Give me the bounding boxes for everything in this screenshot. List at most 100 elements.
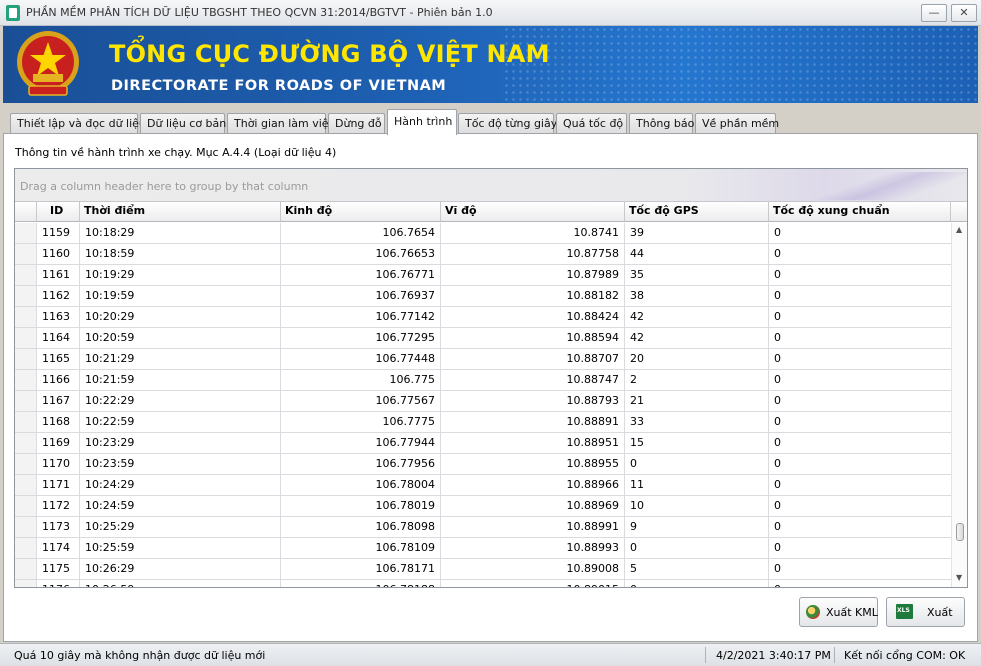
table-row[interactable]: 1170 10:23:59 106.77956 10.88955 0 0 bbox=[15, 454, 951, 475]
cell-gps-speed[interactable]: 42 bbox=[625, 307, 769, 327]
cell-latitude[interactable]: 10.88969 bbox=[441, 496, 625, 516]
cell-longitude[interactable]: 106.77295 bbox=[281, 328, 441, 348]
row-indicator[interactable] bbox=[15, 496, 37, 516]
cell-pulse-speed[interactable]: 0 bbox=[769, 580, 951, 587]
cell-id[interactable]: 1168 bbox=[37, 412, 80, 432]
row-indicator[interactable] bbox=[15, 475, 37, 495]
cell-id[interactable]: 1163 bbox=[37, 307, 80, 327]
tab-setup-read-data[interactable]: Thiết lập và đọc dữ liệu bbox=[10, 113, 146, 134]
tab-stops[interactable]: Dừng đỗ bbox=[328, 113, 385, 134]
cell-longitude[interactable]: 106.76937 bbox=[281, 286, 441, 306]
cell-id[interactable]: 1162 bbox=[37, 286, 80, 306]
cell-latitude[interactable]: 10.88747 bbox=[441, 370, 625, 390]
cell-longitude[interactable]: 106.77448 bbox=[281, 349, 441, 369]
cell-time[interactable]: 10:21:29 bbox=[80, 349, 281, 369]
close-button[interactable]: ✕ bbox=[951, 4, 977, 22]
header-longitude[interactable]: Kinh độ bbox=[281, 202, 441, 221]
cell-time[interactable]: 10:21:59 bbox=[80, 370, 281, 390]
table-row[interactable]: 1168 10:22:59 106.7775 10.88891 33 0 bbox=[15, 412, 951, 433]
cell-gps-speed[interactable]: 15 bbox=[625, 433, 769, 453]
cell-longitude[interactable]: 106.7654 bbox=[281, 223, 441, 243]
tab-notifications[interactable]: Thông báo bbox=[629, 113, 694, 134]
cell-longitude[interactable]: 106.78098 bbox=[281, 517, 441, 537]
cell-longitude[interactable]: 106.77567 bbox=[281, 391, 441, 411]
tab-overspeed[interactable]: Quá tốc độ bbox=[556, 113, 627, 134]
cell-pulse-speed[interactable]: 0 bbox=[769, 454, 951, 474]
cell-gps-speed[interactable]: 39 bbox=[625, 223, 769, 243]
cell-latitude[interactable]: 10.88793 bbox=[441, 391, 625, 411]
row-indicator[interactable] bbox=[15, 307, 37, 327]
table-row[interactable]: 1162 10:19:59 106.76937 10.88182 38 0 bbox=[15, 286, 951, 307]
cell-time[interactable]: 10:18:29 bbox=[80, 223, 281, 243]
cell-longitude[interactable]: 106.77142 bbox=[281, 307, 441, 327]
cell-time[interactable]: 10:24:29 bbox=[80, 475, 281, 495]
scroll-up-arrow-icon[interactable]: ▲ bbox=[956, 225, 962, 234]
cell-latitude[interactable]: 10.88707 bbox=[441, 349, 625, 369]
cell-pulse-speed[interactable]: 0 bbox=[769, 433, 951, 453]
cell-longitude[interactable]: 106.78188 bbox=[281, 580, 441, 587]
header-time[interactable]: Thời điểm bbox=[80, 202, 281, 221]
cell-pulse-speed[interactable]: 0 bbox=[769, 496, 951, 516]
tab-basic-data[interactable]: Dữ liệu cơ bản bbox=[140, 113, 226, 134]
header-gps-speed[interactable]: Tốc độ GPS bbox=[625, 202, 769, 221]
tab-working-time[interactable]: Thời gian làm việc bbox=[227, 113, 335, 134]
row-indicator[interactable] bbox=[15, 433, 37, 453]
cell-latitude[interactable]: 10.89015 bbox=[441, 580, 625, 587]
cell-latitude[interactable]: 10.88966 bbox=[441, 475, 625, 495]
cell-gps-speed[interactable]: 0 bbox=[625, 454, 769, 474]
cell-latitude[interactable]: 10.88182 bbox=[441, 286, 625, 306]
cell-gps-speed[interactable]: 44 bbox=[625, 244, 769, 264]
cell-longitude[interactable]: 106.78109 bbox=[281, 538, 441, 558]
cell-gps-speed[interactable]: 33 bbox=[625, 412, 769, 432]
row-indicator[interactable] bbox=[15, 223, 37, 243]
cell-time[interactable]: 10:22:29 bbox=[80, 391, 281, 411]
cell-longitude[interactable]: 106.78171 bbox=[281, 559, 441, 579]
header-pulse-speed[interactable]: Tốc độ xung chuẩn bbox=[769, 202, 951, 221]
cell-id[interactable]: 1172 bbox=[37, 496, 80, 516]
cell-pulse-speed[interactable]: 0 bbox=[769, 475, 951, 495]
cell-id[interactable]: 1169 bbox=[37, 433, 80, 453]
cell-id[interactable]: 1161 bbox=[37, 265, 80, 285]
export-button[interactable]: Xuất bbox=[886, 597, 965, 627]
cell-longitude[interactable]: 106.76653 bbox=[281, 244, 441, 264]
cell-gps-speed[interactable]: 0 bbox=[625, 580, 769, 587]
tab-journey[interactable]: Hành trình bbox=[387, 109, 457, 135]
cell-pulse-speed[interactable]: 0 bbox=[769, 223, 951, 243]
row-indicator[interactable] bbox=[15, 559, 37, 579]
cell-id[interactable]: 1160 bbox=[37, 244, 80, 264]
row-indicator[interactable] bbox=[15, 538, 37, 558]
cell-pulse-speed[interactable]: 0 bbox=[769, 517, 951, 537]
cell-gps-speed[interactable]: 21 bbox=[625, 391, 769, 411]
cell-longitude[interactable]: 106.78019 bbox=[281, 496, 441, 516]
cell-latitude[interactable]: 10.87758 bbox=[441, 244, 625, 264]
cell-gps-speed[interactable]: 35 bbox=[625, 265, 769, 285]
table-row[interactable]: 1165 10:21:29 106.77448 10.88707 20 0 bbox=[15, 349, 951, 370]
row-indicator[interactable] bbox=[15, 349, 37, 369]
row-indicator[interactable] bbox=[15, 517, 37, 537]
cell-id[interactable]: 1166 bbox=[37, 370, 80, 390]
cell-id[interactable]: 1159 bbox=[37, 223, 80, 243]
cell-id[interactable]: 1173 bbox=[37, 517, 80, 537]
cell-time[interactable]: 10:23:59 bbox=[80, 454, 281, 474]
cell-time[interactable]: 10:26:59 bbox=[80, 580, 281, 587]
cell-gps-speed[interactable]: 9 bbox=[625, 517, 769, 537]
row-indicator[interactable] bbox=[15, 286, 37, 306]
cell-latitude[interactable]: 10.88993 bbox=[441, 538, 625, 558]
cell-pulse-speed[interactable]: 0 bbox=[769, 307, 951, 327]
cell-pulse-speed[interactable]: 0 bbox=[769, 391, 951, 411]
cell-pulse-speed[interactable]: 0 bbox=[769, 538, 951, 558]
cell-gps-speed[interactable]: 0 bbox=[625, 538, 769, 558]
cell-longitude[interactable]: 106.78004 bbox=[281, 475, 441, 495]
table-row[interactable]: 1171 10:24:29 106.78004 10.88966 11 0 bbox=[15, 475, 951, 496]
cell-gps-speed[interactable]: 11 bbox=[625, 475, 769, 495]
table-row[interactable]: 1166 10:21:59 106.775 10.88747 2 0 bbox=[15, 370, 951, 391]
cell-time[interactable]: 10:25:59 bbox=[80, 538, 281, 558]
table-row[interactable]: 117610:26:59106.7818810.8901500 bbox=[15, 580, 951, 587]
cell-time[interactable]: 10:24:59 bbox=[80, 496, 281, 516]
cell-latitude[interactable]: 10.88424 bbox=[441, 307, 625, 327]
cell-longitude[interactable]: 106.77956 bbox=[281, 454, 441, 474]
cell-pulse-speed[interactable]: 0 bbox=[769, 412, 951, 432]
cell-pulse-speed[interactable]: 0 bbox=[769, 559, 951, 579]
cell-latitude[interactable]: 10.8741 bbox=[441, 223, 625, 243]
minimize-button[interactable]: — bbox=[921, 4, 947, 22]
